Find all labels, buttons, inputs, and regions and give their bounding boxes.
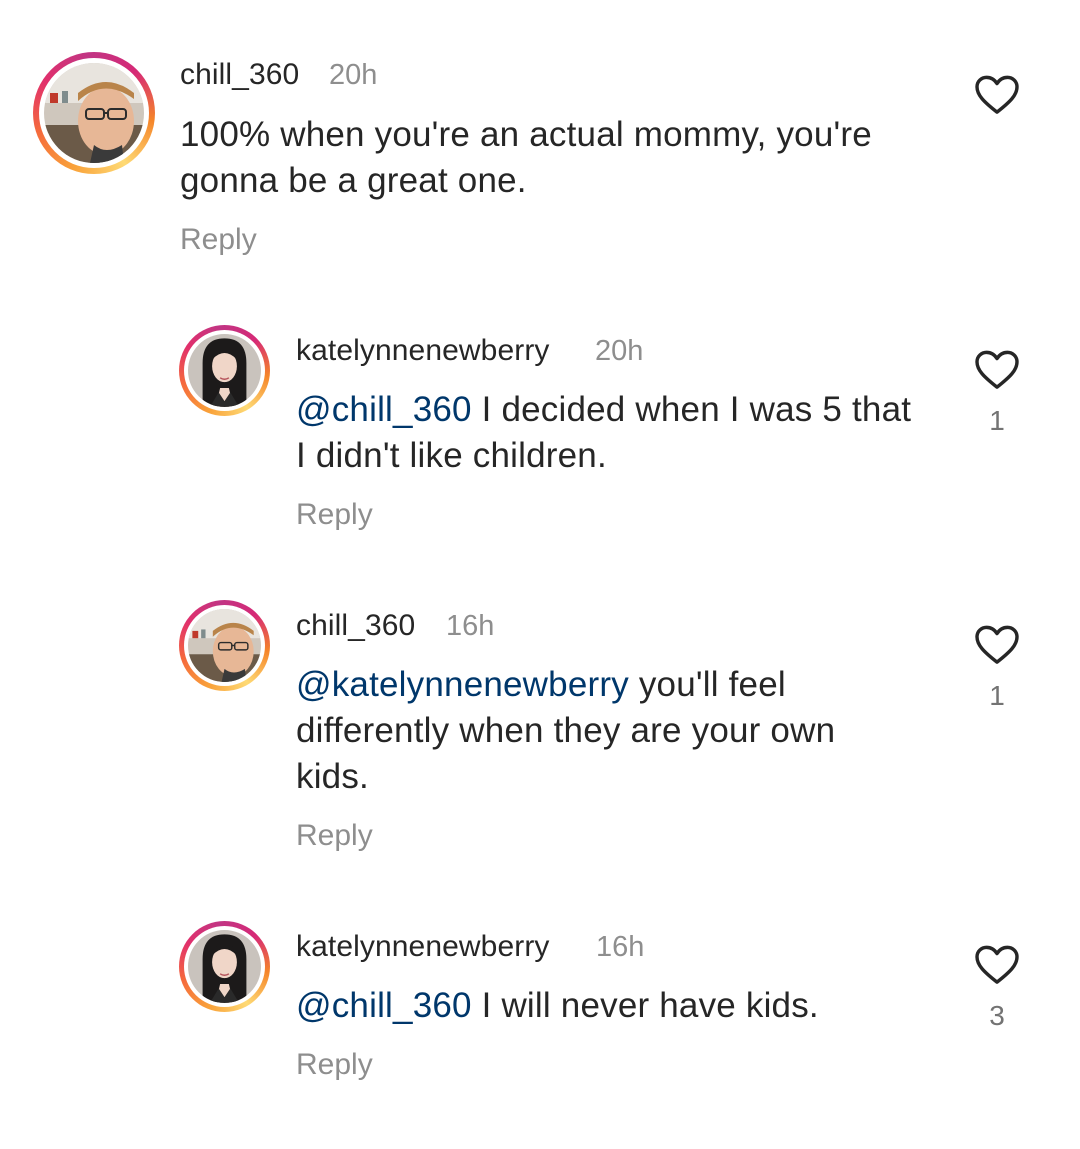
reply-button[interactable]: Reply [296,498,373,532]
comment-timestamp: 20h [595,335,644,367]
avatar[interactable] [179,600,270,691]
comment-username[interactable]: chill_360 [180,58,299,92]
comment-text: @chill_360 I decided when I was 5 that I… [296,387,916,479]
mention-link[interactable]: @katelynnenewberry [296,665,629,704]
avatar[interactable] [179,921,270,1012]
avatar[interactable] [179,325,270,416]
heart-icon[interactable] [974,625,1020,665]
like-count: 3 [989,1000,1005,1031]
avatar-woman-dark-hair-icon [188,334,261,407]
heart-icon[interactable] [974,350,1020,390]
comment-body: 100% when you're an actual mommy, you're… [180,115,872,200]
reply-button[interactable]: Reply [296,1048,373,1082]
avatar[interactable] [33,52,155,174]
reply-button[interactable]: Reply [180,223,257,257]
comment-username[interactable]: chill_360 [296,609,415,643]
comment-timestamp: 16h [596,931,645,963]
avatar-man-glasses-icon [44,63,144,163]
comment-text: @chill_360 I will never have kids. [296,983,916,1029]
comment-username[interactable]: katelynnenewberry [296,930,550,964]
heart-icon[interactable] [974,945,1020,985]
like-count: 1 [989,680,1005,711]
heart-icon[interactable] [974,75,1020,115]
comment-timestamp: 20h [329,59,378,91]
mention-link[interactable]: @chill_360 [296,986,472,1025]
reply-button[interactable]: Reply [296,819,373,853]
comment-body: I will never have kids. [471,986,819,1025]
comment-text: 100% when you're an actual mommy, you're… [180,112,960,204]
mention-link[interactable]: @chill_360 [296,390,472,429]
like-count: 1 [989,405,1005,436]
avatar-man-glasses-icon [188,609,261,682]
comment-timestamp: 16h [446,610,495,642]
avatar-woman-dark-hair-icon [188,930,261,1003]
comment-username[interactable]: katelynnenewberry [296,334,550,368]
comment-text: @katelynnenewberry you'll feel different… [296,662,916,800]
